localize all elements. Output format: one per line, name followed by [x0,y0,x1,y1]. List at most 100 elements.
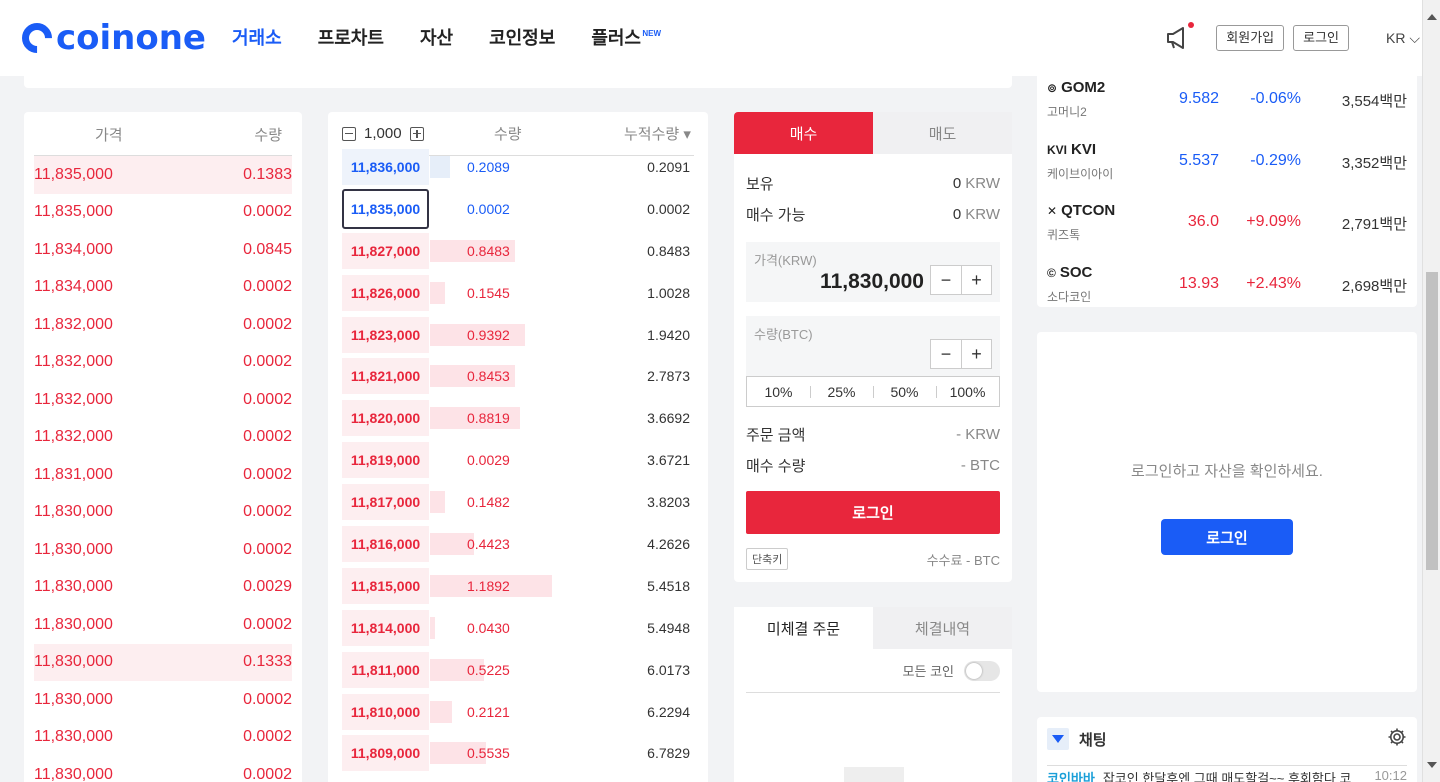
coin-symbol: ⊚ GOM2 [1047,79,1105,96]
orderbook-row[interactable]: 11,815,000 1.1892 5.4518 [342,565,694,607]
coin-row[interactable]: ✕ QTCON 퀴즈톡 36.0 +9.09% 2,791백만 [1047,198,1407,248]
orderbook-cumulative: 0.2091 [647,158,690,175]
nav-plus-label: 플러스 [591,28,641,48]
nav-exchange[interactable]: 거래소 [232,26,282,50]
unit-increase-button[interactable] [409,126,424,141]
order-form-footer: 단축키 수수료 - BTC [746,548,1000,570]
orderbook-price[interactable]: 11,811,000 [342,651,429,688]
chat-user[interactable]: 코인바바 [1047,768,1095,782]
trade-row: 11,830,000 0.0002 [34,494,292,532]
shortcut-button[interactable]: 단축키 [746,548,789,570]
quantity-input[interactable]: 수량(BTC) − + [746,316,1000,376]
holding-value: 0 KRW [953,175,1000,192]
orderbook-row[interactable]: 11,819,000 0.0029 3.6721 [342,439,694,481]
holding-amount: 0 [952,175,962,192]
price-plus-button[interactable]: + [961,266,991,294]
order-login-button[interactable]: 로그인 [746,491,1000,534]
pct-25-button[interactable]: 25% [810,377,873,406]
orderbook-row[interactable]: 11,811,000 0.5225 6.0173 [342,649,694,691]
orderbook-price[interactable]: 11,826,000 [342,274,429,311]
quantity-plus-button[interactable]: + [961,340,991,368]
volume-bar [430,491,445,514]
orderbook-row[interactable]: 11,821,000 0.8453 2.7873 [342,355,694,397]
volume-bar [430,616,435,639]
orderbook-price[interactable]: 11,809,000 [342,735,429,772]
scroll-thumb[interactable] [1426,272,1438,570]
orderbook-price[interactable]: 11,816,000 [342,525,429,562]
pct-10-button[interactable]: 10% [747,377,810,406]
assets-login-button[interactable]: 로그인 [1161,519,1293,555]
tab-buy[interactable]: 매수 [734,112,873,154]
nav-prochart[interactable]: 프로차트 [318,26,384,50]
coin-symbol-text: QTCON [1061,202,1116,219]
coin-row[interactable]: © SOC 소다코인 13.93 +2.43% 2,698백만 [1047,260,1407,310]
gear-icon[interactable] [1387,727,1407,752]
tab-open-orders[interactable]: 미체결 주문 [734,607,873,649]
price-minus-button[interactable]: − [931,266,961,294]
orderbook-price[interactable]: 11,817,000 [342,484,429,521]
trade-row: 11,832,000 0.0002 [34,381,292,419]
orderbook-row[interactable]: 11,814,000 0.0430 5.4948 [342,607,694,649]
price-input[interactable]: 가격(KRW) 11,830,000 − + [746,242,1000,302]
orderbook-qty: 0.2089 [467,158,510,175]
orderbook-row[interactable]: 11,826,000 0.1545 1.0028 [342,272,694,314]
orderbook-row[interactable]: 11,835,000 0.0002 0.0002 [342,188,694,230]
header-actions: 회원가입 로그인 KR ⌵ [1164,22,1422,52]
orderbook-row[interactable]: 11,816,000 0.4423 4.2626 [342,523,694,565]
orderbook-row[interactable]: 11,820,000 0.8819 3.6692 [342,397,694,439]
orderbook-qty: 0.5535 [467,745,510,762]
col-cumulative-label: 누적수량 [624,126,680,143]
orderbook-price[interactable]: 11,835,000 [342,188,429,229]
pct-50-button[interactable]: 50% [873,377,936,406]
scroll-down-icon[interactable] [1427,762,1437,768]
volume-bar [430,155,450,178]
chat-panel: 채팅 코인바바 잡코인 한달후엔 그때 매도할걸~~ 후회함다 코 10:12 [1037,717,1417,782]
orderbook-cumulative: 6.7829 [647,745,690,762]
tab-sell[interactable]: 매도 [873,112,1012,154]
col-cumulative[interactable]: 누적수량 ▾ [624,123,691,144]
orderbook-row[interactable]: 11,810,000 0.2121 6.2294 [342,691,694,733]
orderbook-price[interactable]: 11,815,000 [342,567,429,604]
orderbook-row[interactable]: 11,817,000 0.1482 3.8203 [342,481,694,523]
coin-row[interactable]: KVI KVI 케이브이아이 5.537 -0.29% 3,352백만 [1047,137,1407,187]
login-button[interactable]: 로그인 [1293,25,1350,51]
orderbook-row[interactable]: 11,836,000 0.2089 0.2091 [342,146,694,188]
nav-assets[interactable]: 자산 [420,26,453,50]
orderbook-row[interactable]: 11,827,000 0.8483 0.8483 [342,230,694,272]
trade-qty: 0.0002 [243,465,292,483]
nav-plus[interactable]: 플러스 NEW [591,26,661,50]
quantity-minus-button[interactable]: − [931,340,961,368]
coin-row[interactable]: ⊚ GOM2 고머니2 9.582 -0.06% 3,554백만 [1047,75,1407,125]
orderbook-row[interactable]: 11,823,000 0.9392 1.9420 [342,314,694,356]
coin-symbol-text: KVI [1071,140,1097,158]
megaphone-icon[interactable] [1164,22,1195,52]
orderbook-price[interactable]: 11,810,000 [342,693,429,730]
orderbook-price[interactable]: 11,823,000 [342,316,429,353]
nav-coininfo[interactable]: 코인정보 [489,26,555,50]
orderbook-row[interactable]: 11,809,000 0.5535 6.7829 [342,732,694,774]
pct-100-button[interactable]: 100% [936,377,999,406]
logo-text: coinone [56,18,206,58]
all-coins-toggle[interactable] [964,660,1000,681]
coin-icon: ✕ [1047,204,1058,218]
orderbook-qty: 0.0002 [467,200,510,217]
collapse-arrow-icon[interactable] [1047,728,1069,750]
orderbook-list: 11,836,000 0.2089 0.2091 11,835,000 0.0002 0.… [328,146,708,774]
orderbook-price[interactable]: 11,827,000 [342,232,429,269]
orderbook-price[interactable]: 11,819,000 [342,442,429,479]
orderbook-price[interactable]: 11,814,000 [342,609,429,646]
orderbook-price[interactable]: 11,820,000 [342,400,429,437]
language-selector[interactable]: KR ⌵ [1386,30,1420,47]
available-unit: KRW [965,206,1000,223]
page-scrollbar[interactable] [1422,0,1440,782]
scroll-up-icon[interactable] [1427,14,1437,20]
coinone-logo[interactable]: coinone [15,16,206,60]
signup-button[interactable]: 회원가입 [1216,25,1285,51]
orderbook-price[interactable]: 11,821,000 [342,358,429,395]
unit-decrease-button[interactable] [342,126,356,141]
empty-state-icon [844,767,904,782]
trade-price: 11,830,000 [34,503,113,521]
coin-change: +2.43% [1246,274,1301,292]
orderbook-price[interactable]: 11,836,000 [342,148,429,185]
tab-filled-orders[interactable]: 체결내역 [873,607,1012,649]
